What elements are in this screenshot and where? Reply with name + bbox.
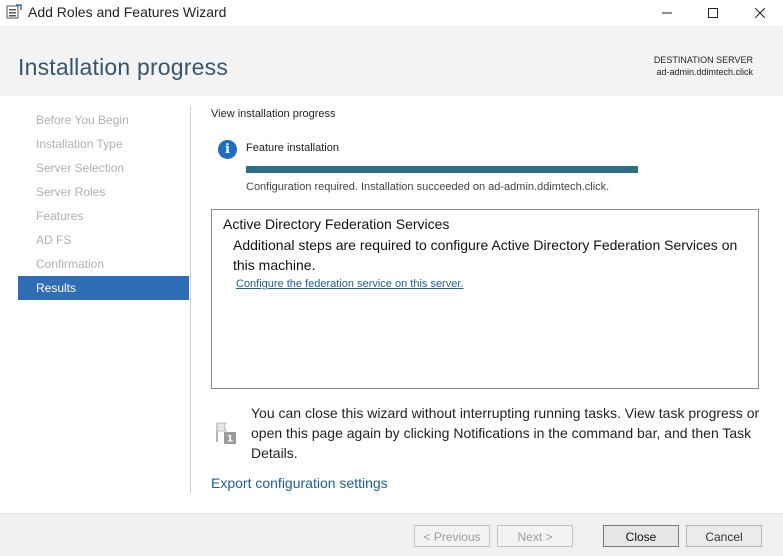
- notice-text: You can close this wizard without interr…: [251, 405, 760, 461]
- installation-status-text: Configuration required. Installation suc…: [246, 181, 610, 193]
- feature-installation-label: Feature installation: [246, 142, 339, 154]
- page-title: Installation progress: [18, 54, 229, 80]
- nav-item-installation-type: Installation Type: [36, 137, 123, 151]
- minimize-icon: [662, 12, 672, 14]
- maximize-button[interactable]: [690, 0, 736, 26]
- export-configuration-link[interactable]: Export configuration settings: [211, 475, 388, 491]
- result-title: Active Directory Federation Services: [223, 216, 450, 232]
- nav-item-features: Features: [36, 209, 84, 223]
- destination-server-label: DESTINATION SERVER: [653, 55, 753, 65]
- results-box: Active Directory Federation Services Add…: [211, 209, 759, 389]
- nav-item-server-selection: Server Selection: [36, 161, 125, 175]
- minimize-button[interactable]: [644, 0, 690, 26]
- title-bar: Add Roles and Features Wizard: [0, 0, 783, 26]
- nav-item-ad-fs: AD FS: [36, 233, 72, 247]
- close-icon: [755, 8, 765, 18]
- result-description: Additional steps are required to configu…: [233, 237, 738, 273]
- server-manager-icon: [6, 4, 22, 19]
- info-icon: i: [218, 140, 237, 159]
- close-window-button[interactable]: [737, 0, 783, 26]
- wizard-footer: < Previous Next > Close Cancel: [0, 513, 783, 556]
- destination-server-value: ad-admin.ddimtech.click: [656, 67, 753, 77]
- nav-item-server-roles: Server Roles: [36, 185, 106, 199]
- nav-item-confirmation: Confirmation: [36, 257, 105, 271]
- next-button[interactable]: Next >: [497, 525, 573, 547]
- wizard-nav: Before You Begin Installation Type Serve…: [18, 108, 189, 300]
- cancel-button[interactable]: Cancel: [686, 525, 762, 547]
- window-title: Add Roles and Features Wizard: [28, 4, 227, 20]
- section-label: View installation progress: [211, 108, 336, 120]
- maximize-icon: [708, 8, 718, 18]
- progress-bar-fill: [246, 166, 638, 173]
- close-button[interactable]: Close: [603, 525, 679, 547]
- svg-text:1: 1: [227, 435, 233, 445]
- progress-bar: [246, 166, 638, 173]
- previous-button[interactable]: < Previous: [414, 525, 490, 547]
- nav-divider: [190, 106, 191, 493]
- notification-flag-icon: 1: [216, 422, 236, 445]
- nav-item-results[interactable]: Results: [18, 276, 189, 300]
- configure-federation-link[interactable]: Configure the federation service on this…: [236, 278, 463, 290]
- wizard-header: Installation progress DESTINATION SERVER…: [0, 26, 783, 96]
- nav-item-before-you-begin: Before You Begin: [36, 113, 129, 127]
